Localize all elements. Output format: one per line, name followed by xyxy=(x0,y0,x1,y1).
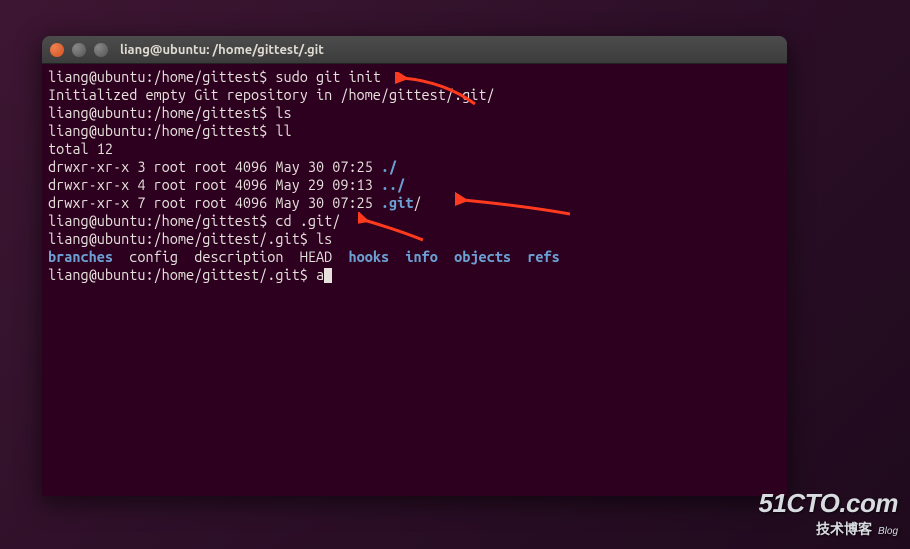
terminal-window: liang@ubuntu: /home/gittest/.git liang@u… xyxy=(42,36,787,496)
minimize-icon[interactable] xyxy=(72,43,86,57)
titlebar[interactable]: liang@ubuntu: /home/gittest/.git xyxy=(42,36,787,64)
watermark-line1: 51CTO.com xyxy=(758,488,898,519)
terminal-line: liang@ubuntu:/home/gittest/.git$ ls xyxy=(48,230,332,247)
watermark-line3: Blog xyxy=(878,526,898,537)
close-icon[interactable] xyxy=(50,43,64,57)
window-title: liang@ubuntu: /home/gittest/.git xyxy=(120,43,324,57)
terminal-current-line: liang@ubuntu:/home/gittest/.git$ a xyxy=(48,266,332,283)
terminal-line: Initialized empty Git repository in /hom… xyxy=(48,86,495,103)
watermark: 51CTO.com 技术博客 Blog xyxy=(758,488,898,539)
cursor-icon xyxy=(324,268,332,283)
terminal-line: drwxr-xr-x 7 root root 4096 May 30 07:25… xyxy=(48,194,422,211)
watermark-line2: 技术博客 xyxy=(816,521,872,537)
terminal-line: total 12 xyxy=(48,140,113,157)
terminal-line: liang@ubuntu:/home/gittest$ cd .git/ xyxy=(48,212,340,229)
terminal-line: drwxr-xr-x 3 root root 4096 May 30 07:25… xyxy=(48,158,397,175)
maximize-icon[interactable] xyxy=(94,43,108,57)
ls-output: branches config description HEAD hooks i… xyxy=(48,248,560,265)
terminal-line: liang@ubuntu:/home/gittest$ ls xyxy=(48,104,292,121)
terminal-body[interactable]: liang@ubuntu:/home/gittest$ sudo git ini… xyxy=(42,64,787,496)
terminal-line: liang@ubuntu:/home/gittest$ ll xyxy=(48,122,292,139)
terminal-line: drwxr-xr-x 4 root root 4096 May 29 09:13… xyxy=(48,176,405,193)
terminal-line: liang@ubuntu:/home/gittest$ sudo git ini… xyxy=(48,68,381,85)
